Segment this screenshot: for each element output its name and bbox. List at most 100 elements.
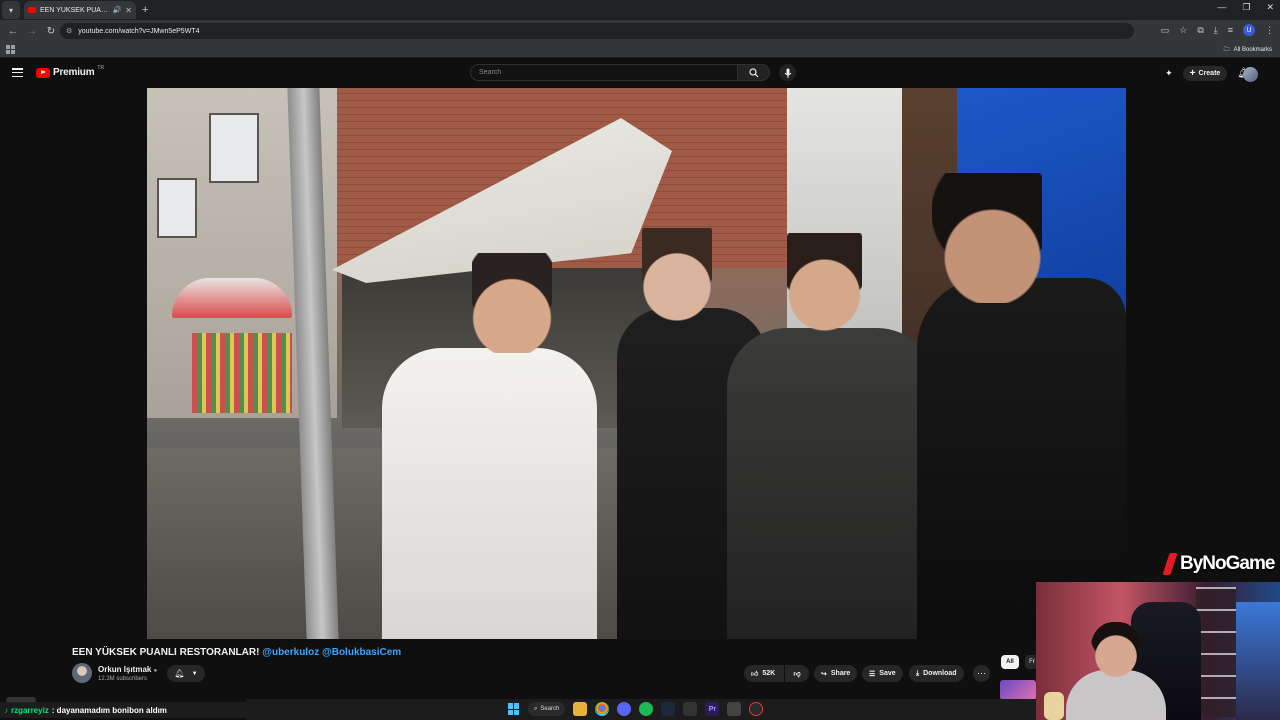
share-button[interactable]: ↪ Share bbox=[814, 665, 858, 682]
omnibox[interactable]: ⚙ youtube.com/watch?v=JMwn5eP5WT4 bbox=[60, 23, 1134, 39]
address-toolbar: ← → ↻ ⚙ youtube.com/watch?v=JMwn5eP5WT4 … bbox=[0, 20, 1280, 42]
chip-all[interactable]: All bbox=[1001, 655, 1019, 669]
microphone-icon bbox=[784, 68, 791, 78]
search-icon bbox=[748, 67, 758, 77]
person-white-sweater-head bbox=[472, 253, 552, 353]
tab-title: EEN YÜKSEK PUANLI RESTO bbox=[40, 6, 109, 14]
related-video-thumbnail[interactable] bbox=[1000, 680, 1036, 700]
bynogame-brand-logo: ByNoGame bbox=[1162, 553, 1275, 575]
toolbar-actions: ▭ ☆ ⧉ ⤓ ≡ U ⋮ bbox=[1161, 24, 1274, 36]
audio-icon[interactable]: 🔊 bbox=[113, 6, 122, 14]
file-explorer-icon[interactable] bbox=[573, 702, 588, 716]
person-leather-jacket bbox=[727, 328, 937, 639]
chat-message: ♪ rzgarreyiz : dayanamadım bonibon aldım bbox=[0, 702, 246, 718]
header-actions: ✦ + Create 🔔︎ bbox=[1165, 66, 1250, 81]
like-count: 52K bbox=[762, 670, 776, 677]
spotify-icon[interactable] bbox=[639, 702, 654, 716]
chevron-down-icon: ▼ bbox=[191, 670, 198, 677]
tab-search-menu-button[interactable]: ▾ bbox=[2, 1, 20, 19]
windows-start-icon[interactable] bbox=[508, 703, 520, 715]
webcam-overlay bbox=[1036, 582, 1280, 720]
app-icon[interactable] bbox=[683, 702, 698, 716]
reading-list-icon[interactable]: ≡ bbox=[1228, 25, 1233, 35]
subscription-bell-button[interactable]: 🔔︎ ▼ bbox=[167, 665, 205, 682]
more-actions-button[interactable]: ⋯ bbox=[973, 665, 990, 682]
more-horizontal-icon: ⋯ bbox=[977, 668, 986, 678]
download-arrow-icon: ⤓ bbox=[916, 669, 920, 677]
taskbar-search-label: Search bbox=[540, 706, 560, 712]
channel-avatar[interactable] bbox=[72, 663, 92, 683]
discord-icon[interactable] bbox=[617, 702, 632, 716]
youtube-logo[interactable]: Premium TR bbox=[36, 65, 104, 78]
restore-icon[interactable]: ❐ bbox=[1242, 2, 1250, 13]
sparkle-icon[interactable]: ✦ bbox=[1165, 68, 1173, 79]
desk-lamp bbox=[1044, 692, 1064, 720]
all-bookmarks[interactable]: 🗀 All Bookmarks bbox=[1224, 45, 1272, 55]
profile-avatar[interactable]: U bbox=[1243, 24, 1255, 36]
apps-icon[interactable] bbox=[6, 45, 15, 54]
url-text: youtube.com/watch?v=JMwn5eP5WT4 bbox=[78, 27, 200, 35]
market-umbrella bbox=[172, 278, 292, 318]
taskbar-search-icon: ⌕ bbox=[534, 705, 538, 712]
cast-icon[interactable]: ▭ bbox=[1161, 25, 1170, 36]
youtube-play-icon bbox=[36, 67, 50, 78]
search-button[interactable] bbox=[738, 64, 770, 81]
chat-text: : dayanamadım bonibon aldım bbox=[51, 705, 167, 715]
thumbs-up-icon: 👍︎ bbox=[751, 671, 759, 678]
obs-icon[interactable] bbox=[749, 702, 764, 716]
reload-icon[interactable]: ↻ bbox=[42, 26, 60, 37]
folder-icon: 🗀 bbox=[1223, 47, 1230, 53]
save-label: Save bbox=[879, 670, 896, 677]
dislike-button[interactable]: 👎︎ bbox=[785, 665, 809, 682]
all-bookmarks-label: All Bookmarks bbox=[1233, 47, 1272, 53]
chat-username: rzgarreyiz bbox=[11, 705, 49, 715]
account-avatar[interactable] bbox=[1243, 67, 1258, 82]
download-label: Download bbox=[923, 670, 957, 677]
site-info-icon[interactable]: ⚙ bbox=[66, 27, 72, 35]
share-label: Share bbox=[830, 670, 851, 677]
video-title-mentions[interactable]: @uberkuloz @BolukbasiCem bbox=[262, 647, 401, 658]
bookmark-star-icon[interactable]: ☆ bbox=[1179, 25, 1187, 36]
like-button[interactable]: 👍︎ 52K bbox=[744, 665, 784, 682]
close-window-icon[interactable]: ✕ bbox=[1266, 2, 1274, 13]
forward-icon[interactable]: → bbox=[23, 26, 41, 37]
new-tab-button[interactable]: + bbox=[142, 4, 148, 16]
guide-menu-icon[interactable] bbox=[12, 68, 23, 77]
save-button[interactable]: ☰ Save bbox=[862, 665, 903, 682]
search-input[interactable]: Search bbox=[470, 64, 738, 81]
video-player[interactable] bbox=[147, 88, 1126, 639]
taskbar-search[interactable]: ⌕ Search bbox=[528, 702, 566, 716]
more-menu-icon[interactable]: ⋮ bbox=[1265, 25, 1274, 36]
browser-tab[interactable]: EEN YÜKSEK PUANLI RESTO 🔊 ✕ bbox=[24, 1, 136, 19]
person-leather-jacket-head bbox=[787, 233, 862, 333]
bynogame-mark-icon bbox=[1162, 553, 1178, 575]
download-button[interactable]: ⤓ Download bbox=[909, 665, 964, 682]
subscriber-count: 12.3M subscribers bbox=[98, 676, 148, 682]
back-icon[interactable]: ← bbox=[4, 26, 22, 37]
chat-badge-icon: ♪ bbox=[4, 705, 8, 715]
premiere-pro-icon[interactable]: Pr bbox=[705, 702, 720, 716]
channel-name[interactable]: Orkun Işıtmak ● bbox=[98, 665, 157, 674]
minimize-icon[interactable]: — bbox=[1217, 2, 1226, 13]
brand-text: ByNoGame bbox=[1180, 553, 1275, 574]
streamer-head bbox=[1091, 622, 1141, 677]
thumbs-down-icon: 👎︎ bbox=[793, 671, 801, 678]
bookmarks-bar: 🗀 All Bookmarks bbox=[0, 42, 1280, 58]
plus-icon: + bbox=[1189, 68, 1196, 79]
create-button[interactable]: + Create bbox=[1182, 66, 1228, 81]
save-icon: ☰ bbox=[869, 670, 876, 678]
window-controls: — ❐ ✕ bbox=[1217, 2, 1274, 13]
download-icon[interactable]: ⤓ bbox=[1214, 25, 1218, 36]
voice-search-button[interactable] bbox=[779, 64, 796, 81]
share-icon: ↪ bbox=[821, 670, 827, 678]
extensions-icon[interactable]: ⧉ bbox=[1197, 25, 1203, 36]
person-black-zip-head bbox=[932, 173, 1042, 303]
channel-name-text: Orkun Işıtmak bbox=[98, 665, 152, 674]
steam-icon[interactable] bbox=[661, 702, 676, 716]
youtube-favicon-icon bbox=[28, 7, 36, 13]
close-tab-icon[interactable]: ✕ bbox=[125, 6, 132, 15]
youtube-header: Premium TR Search ✦ + Create 🔔︎ bbox=[0, 58, 1280, 88]
drink-shelves bbox=[192, 333, 292, 413]
chrome-icon[interactable] bbox=[595, 702, 610, 716]
settings-gear-icon[interactable] bbox=[727, 702, 742, 716]
